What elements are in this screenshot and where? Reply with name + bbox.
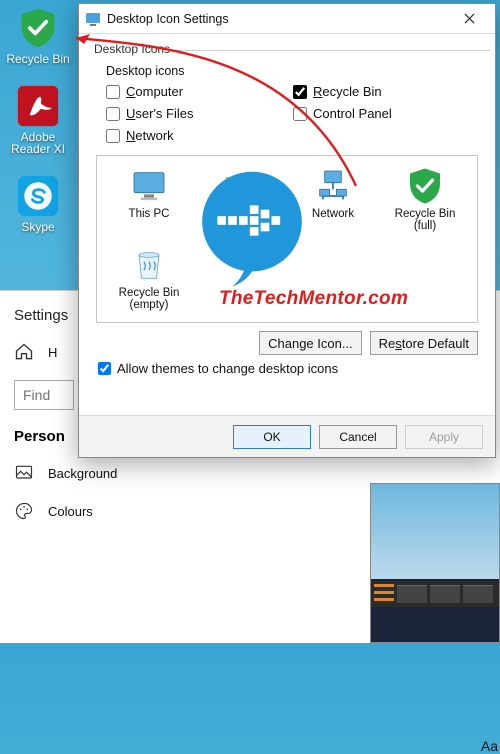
gallery-caption: Recycle Bin (empty) (119, 287, 180, 311)
gallery-item-this-pc[interactable]: This PC (107, 166, 191, 237)
desktop-icons-checkboxes: Computer Recycle Bin User's Files Contro… (106, 84, 470, 143)
shield-check-icon (405, 166, 445, 206)
gallery-item-recycle-empty[interactable]: Recycle Bin (empty) (107, 245, 191, 316)
cancel-button[interactable]: Cancel (319, 425, 397, 449)
group-label: Desktop Icons (94, 42, 480, 56)
ok-button[interactable]: OK (233, 425, 311, 449)
checkbox-users-files[interactable]: User's Files (106, 106, 283, 121)
gallery-caption: Network (312, 208, 354, 220)
checkbox-input[interactable] (98, 362, 111, 375)
checkbox-computer[interactable]: Computer (106, 84, 283, 99)
watermark-text: TheTechMentor.com (219, 288, 408, 310)
desktop-icons-column: Recycle Bin Adobe Reader XI Skype (2, 6, 74, 233)
shield-check-icon (16, 6, 60, 50)
settings-item-label: Background (48, 466, 117, 481)
home-icon (14, 342, 34, 362)
gallery-caption: Recycle Bin (full) (395, 208, 456, 232)
sample-text: Aa (481, 738, 498, 754)
close-icon (464, 13, 475, 24)
desktop-icon-settings-dialog: Desktop Icon Settings Desktop Icons Desk… (78, 3, 496, 458)
desktop-icon-skype[interactable]: Skype (16, 174, 60, 234)
settings-item-background[interactable]: Background (14, 463, 486, 483)
dialog-title: Desktop Icon Settings (107, 12, 449, 26)
section-label: Desktop icons (106, 64, 480, 78)
recycle-bin-empty-icon (129, 245, 169, 285)
adobe-reader-icon (16, 84, 60, 128)
checkbox-input[interactable] (106, 107, 120, 121)
checkbox-input[interactable] (106, 85, 120, 99)
checkbox-input[interactable] (293, 107, 307, 121)
checkbox-input[interactable] (106, 129, 120, 143)
palette-icon (14, 501, 34, 521)
skype-icon (16, 174, 60, 218)
watermark-arrow-icon (187, 162, 317, 292)
checkbox-control-panel[interactable]: Control Panel (293, 106, 470, 121)
desktop-icon-recycle-bin[interactable]: Recycle Bin (6, 6, 69, 66)
picture-icon (14, 463, 34, 483)
checkbox-recycle-bin[interactable]: Recycle Bin (293, 84, 470, 99)
gallery-item-recycle-full[interactable]: Recycle Bin (full) (383, 166, 467, 237)
settings-home-label: H (48, 345, 57, 360)
desktop-icon-label: Skype (21, 221, 54, 234)
desktop-icon-label: Recycle Bin (6, 53, 69, 66)
change-icon-button[interactable]: Change Icon... (259, 331, 362, 355)
allow-themes-checkbox[interactable]: Allow themes to change desktop icons (98, 361, 480, 376)
this-pc-icon (129, 166, 169, 206)
restore-default-button[interactable]: Restore Default (370, 331, 478, 355)
dialog-titlebar[interactable]: Desktop Icon Settings (79, 4, 495, 34)
checkbox-input[interactable] (293, 85, 307, 99)
network-icon (313, 166, 353, 206)
dialog-footer: OK Cancel Apply (79, 415, 495, 457)
dialog-title-icon (85, 11, 101, 27)
checkbox-network[interactable]: Network (106, 128, 283, 143)
desktop-icon-adobe-reader[interactable]: Adobe Reader XI (11, 84, 65, 156)
desktop-preview-thumbnail (370, 483, 500, 643)
settings-find-input[interactable] (14, 380, 74, 410)
settings-item-label: Colours (48, 504, 93, 519)
gallery-caption: This PC (129, 208, 170, 220)
close-button[interactable] (449, 5, 489, 33)
desktop-icon-label: Adobe Reader XI (11, 131, 65, 156)
apply-button[interactable]: Apply (405, 425, 483, 449)
